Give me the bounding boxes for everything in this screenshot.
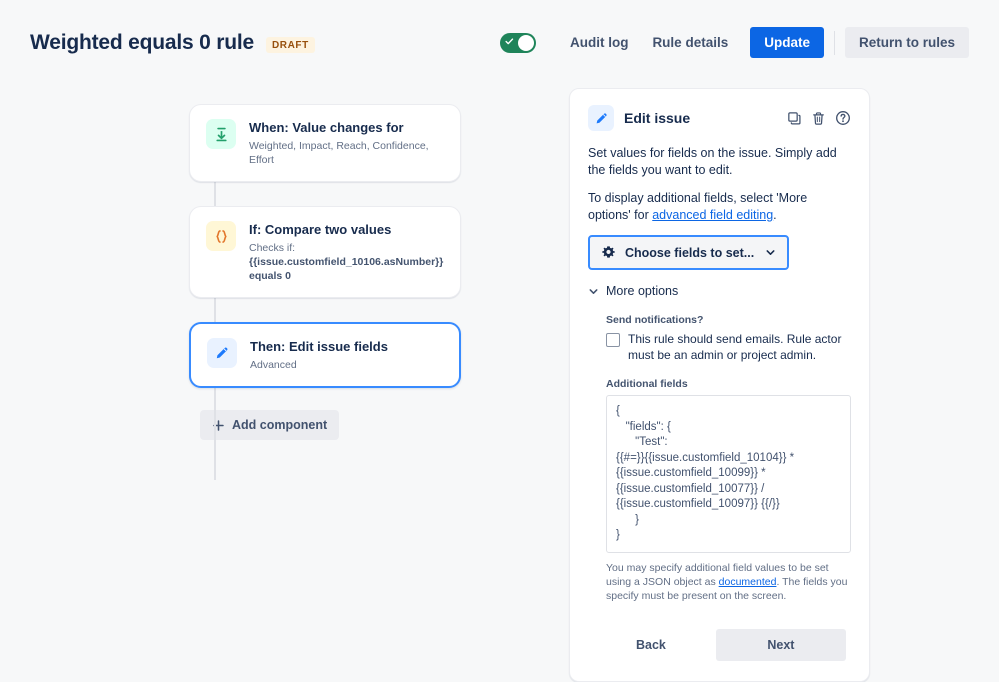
choose-fields-dropdown[interactable]: Choose fields to set... — [588, 235, 790, 270]
flow-card-condition-expression: {{issue.customfield_10106.asNumber}} equ… — [249, 256, 444, 282]
flow-card-title: If: Compare two values — [249, 222, 392, 237]
flow-card-subtitle: Weighted, Impact, Reach, Confidence, Eff… — [249, 140, 429, 166]
more-options-label: More options — [606, 284, 679, 298]
help-icon[interactable] — [835, 110, 851, 126]
more-options-content: Send notifications? This rule should sen… — [588, 314, 851, 603]
flow-card-text: When: Value changes for Weighted, Impact… — [249, 119, 444, 167]
rule-enabled-toggle[interactable] — [499, 32, 536, 53]
rule-flow-canvas: When: Value changes for Weighted, Impact… — [189, 104, 461, 480]
header-actions: Audit log Rule details Update Return to … — [499, 27, 969, 58]
audit-log-link[interactable]: Audit log — [558, 28, 640, 57]
next-button[interactable]: Next — [715, 629, 846, 661]
flow-card-title: Then: Edit issue fields — [250, 339, 388, 354]
panel-footer: Back Next — [588, 629, 851, 661]
documented-link[interactable]: documented — [719, 576, 777, 588]
panel-title: Edit issue — [624, 110, 691, 126]
value-change-icon — [206, 119, 236, 149]
page-header: Weighted equals 0 rule DRAFT Audit log R… — [0, 0, 999, 85]
panel-action-icons — [787, 110, 851, 126]
header-left-group: Weighted equals 0 rule DRAFT — [0, 31, 315, 55]
flow-card-title: When: Value changes for — [249, 120, 404, 135]
header-divider — [833, 30, 835, 55]
advanced-field-editing-link[interactable]: advanced field editing — [652, 208, 773, 222]
flow-card-text: Then: Edit issue fields Advanced — [250, 338, 388, 372]
additional-fields-textarea[interactable]: { "fields": { "Test": {{#=}}{{issue.cust… — [606, 395, 851, 553]
panel-description-2-after: . — [773, 208, 777, 222]
send-notifications-text: This rule should send emails. Rule actor… — [628, 332, 842, 362]
flow-connector — [214, 376, 216, 480]
trash-icon[interactable] — [811, 111, 826, 126]
flow-card-condition[interactable]: If: Compare two values Checks if: {{issu… — [189, 206, 461, 298]
panel-description-2: To display additional fields, select 'Mo… — [588, 190, 851, 224]
pencil-icon — [207, 338, 237, 368]
send-notifications-row: This rule should send emails. Rule actor… — [606, 331, 851, 363]
add-component-label: Add component — [232, 418, 328, 432]
chevron-down-icon — [766, 250, 775, 255]
send-notifications-checkbox[interactable] — [606, 333, 620, 347]
more-options-toggle[interactable]: More options — [588, 284, 851, 298]
page-title: Weighted equals 0 rule — [30, 30, 254, 54]
gear-icon — [602, 246, 615, 258]
check-icon — [505, 37, 514, 44]
duplicate-icon[interactable] — [787, 111, 802, 126]
add-component-button[interactable]: Add component — [200, 410, 340, 440]
return-to-rules-button[interactable]: Return to rules — [844, 27, 969, 58]
chevron-down-icon — [589, 288, 598, 294]
flow-card-trigger[interactable]: When: Value changes for Weighted, Impact… — [189, 104, 461, 182]
curly-braces-icon — [206, 221, 236, 251]
panel-description-1: Set values for fields on the issue. Simp… — [588, 146, 837, 177]
edit-issue-panel: Edit issue Set values for fields on the … — [569, 88, 870, 682]
back-button[interactable]: Back — [622, 630, 680, 660]
panel-header: Edit issue — [588, 105, 851, 131]
update-button[interactable]: Update — [750, 27, 824, 58]
additional-fields-label: Additional fields — [606, 378, 688, 390]
pencil-icon — [588, 105, 614, 131]
flow-card-action[interactable]: Then: Edit issue fields Advanced — [189, 322, 461, 388]
flow-card-text: If: Compare two values Checks if: {{issu… — [249, 221, 444, 283]
status-badge: DRAFT — [265, 36, 315, 53]
flow-card-subtitle: Advanced — [250, 359, 297, 371]
rule-details-link[interactable]: Rule details — [640, 28, 740, 57]
toggle-knob — [517, 34, 534, 51]
additional-fields-help: You may specify additional field values … — [606, 561, 851, 603]
choose-fields-label: Choose fields to set... — [625, 245, 755, 260]
send-notifications-label: Send notifications? — [606, 314, 704, 326]
flow-card-subtitle: Checks if: — [249, 242, 296, 254]
